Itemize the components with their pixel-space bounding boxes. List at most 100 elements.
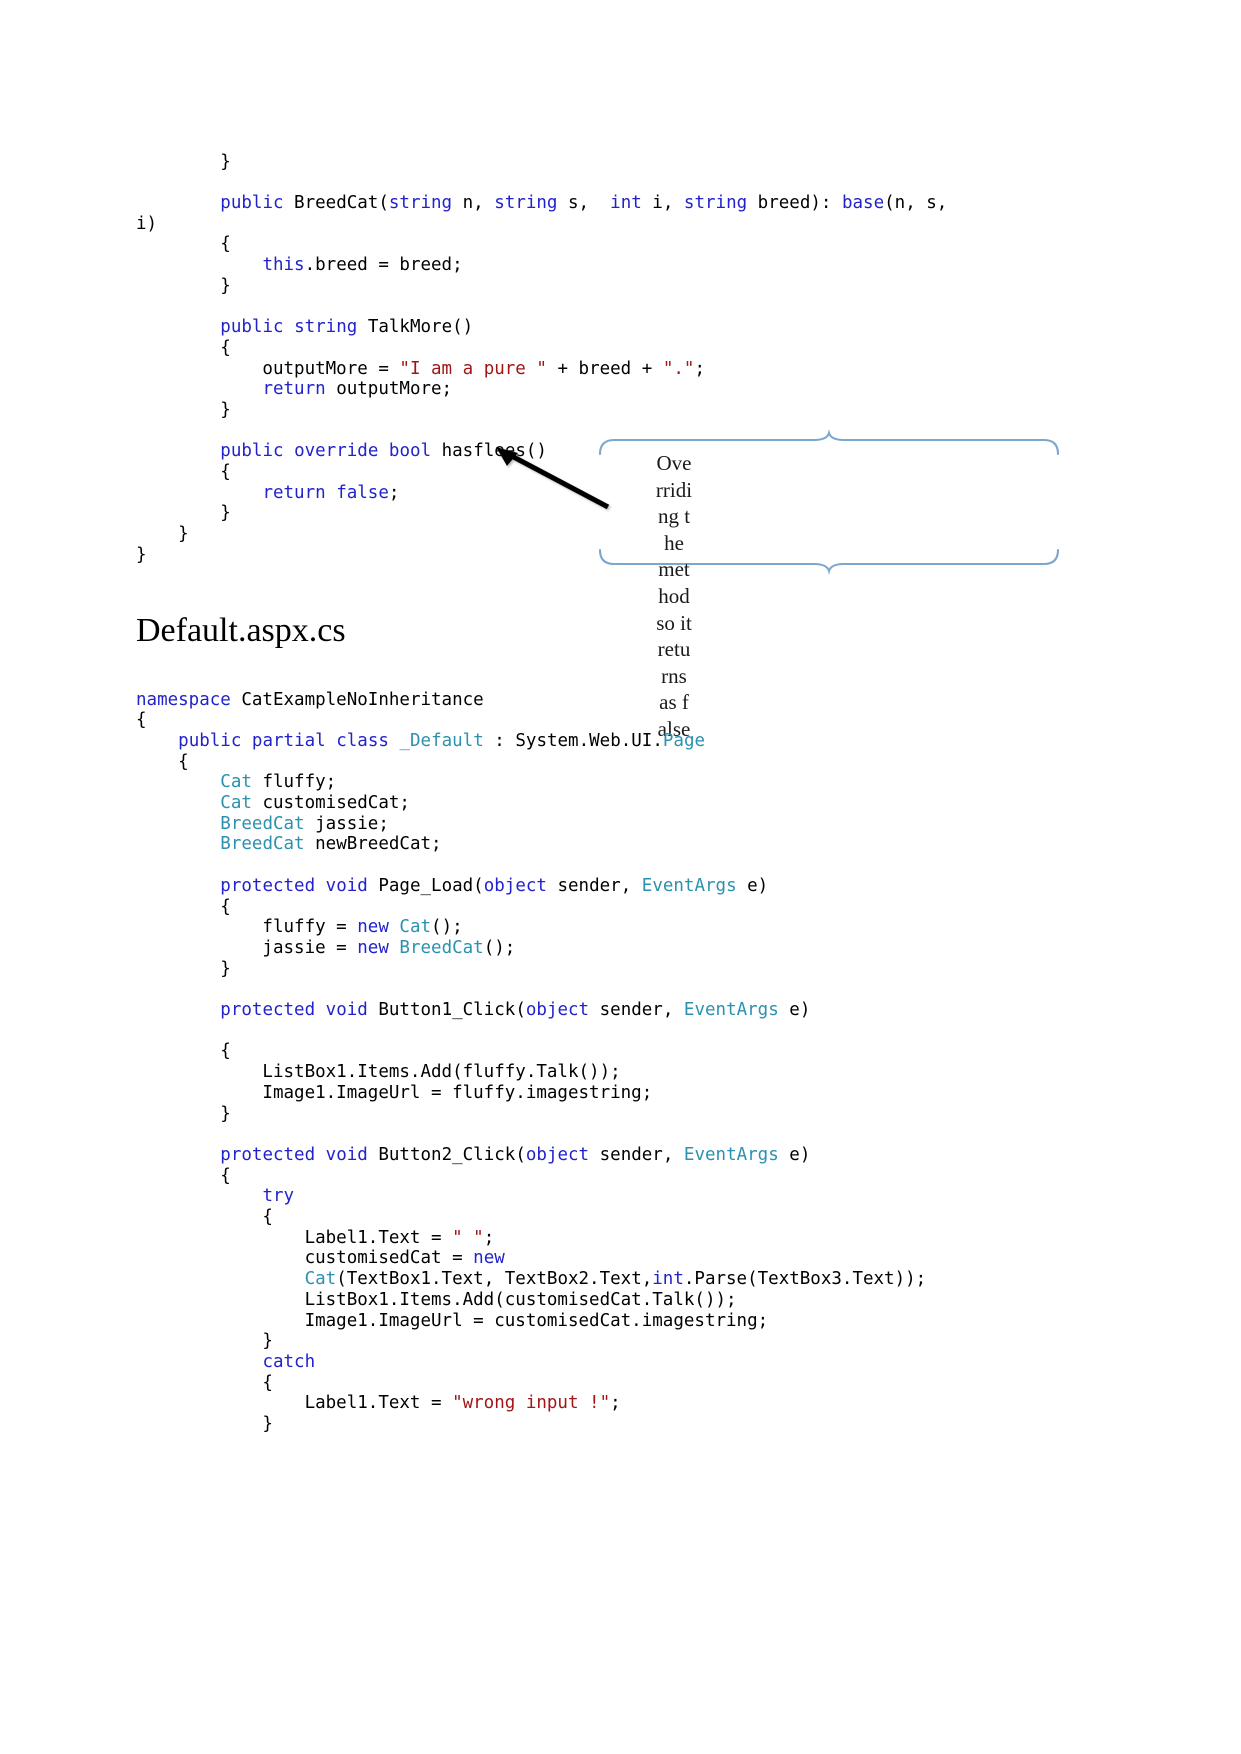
code-line: { [136, 1207, 273, 1227]
page-title: Default.aspx.cs [136, 612, 346, 649]
code-line: return false; [136, 483, 399, 503]
code-token: Image1.ImageUrl = customisedCat.imagestr… [136, 1310, 769, 1331]
code-token: .breed = breed; [304, 255, 463, 276]
code-token: : System.Web.UI. [483, 730, 663, 751]
code-line: protected void Page_Load(object sender, … [136, 876, 768, 896]
code-token: } [136, 399, 231, 420]
code-token: e) [778, 1144, 811, 1165]
code-token: } [136, 1103, 231, 1124]
code-token: Button2_Click( [367, 1144, 526, 1165]
code-token: sender, [546, 875, 642, 896]
code-token: public [220, 317, 284, 338]
code-token: _Default [399, 730, 484, 751]
code-token: Cat [304, 1269, 337, 1290]
code-line: jassie = new BreedCat(); [136, 938, 515, 958]
code-token: e) [736, 875, 769, 896]
code-token: string [494, 192, 558, 213]
code-line: { [136, 710, 147, 730]
code-token: override [294, 441, 379, 462]
code-token: { [136, 751, 189, 772]
code-line: { [136, 1041, 231, 1061]
code-token: { [136, 462, 231, 483]
code-token: hasflees() [431, 441, 547, 462]
code-token: new [357, 937, 389, 958]
code-token: jassie; [304, 813, 389, 834]
code-line: Cat customisedCat; [136, 793, 410, 813]
code-token: bool [388, 441, 432, 462]
code-token: new [473, 1248, 505, 1269]
code-line: } [136, 1104, 231, 1124]
code-line: } [136, 1414, 273, 1434]
code-token: " " [452, 1227, 484, 1248]
code-line: public BreedCat(string n, string s, int … [136, 193, 947, 213]
code-line: { [136, 752, 189, 772]
code-token: { [136, 896, 231, 917]
code-token: { [136, 234, 231, 255]
code-line: { [136, 234, 231, 254]
code-token: BreedCat [220, 834, 305, 855]
code-line: Label1.Text = " "; [136, 1227, 495, 1248]
code-block-default-aspx-cs: namespace CatExampleNoInheritance { publ… [136, 690, 926, 1435]
code-token: object [483, 875, 547, 896]
code-token: int [610, 192, 642, 213]
code-token: object [525, 1144, 590, 1165]
code-token: EventArgs [641, 875, 737, 896]
code-token: outputMore = [136, 358, 400, 379]
code-token: BreedCat [220, 813, 305, 834]
code-line: } [136, 276, 231, 296]
code-line: } [136, 959, 231, 979]
code-line: { [136, 897, 231, 917]
code-token: newBreedCat; [304, 834, 442, 855]
code-token: void [325, 1000, 368, 1021]
code-token: { [136, 1207, 273, 1228]
code-line: Image1.ImageUrl = customisedCat.imagestr… [136, 1310, 769, 1331]
code-token: e) [778, 1000, 811, 1021]
code-token: { [136, 1165, 231, 1186]
code-token: { [136, 1041, 231, 1062]
code-line: Image1.ImageUrl = fluffy.imagestring; [136, 1083, 652, 1103]
code-token: outputMore; [325, 379, 453, 400]
code-token: public [178, 730, 242, 751]
code-token: Page [662, 730, 706, 751]
code-token: ; [610, 1393, 621, 1414]
code-token: ; [694, 358, 705, 379]
code-token: namespace [136, 689, 231, 710]
code-token: EventArgs [683, 1000, 779, 1021]
code-token: void [325, 875, 368, 896]
code-line: } [136, 152, 231, 172]
code-token: false [336, 482, 389, 503]
code-token: } [136, 151, 231, 172]
code-token: protected [220, 1000, 316, 1021]
code-token: protected [220, 1144, 316, 1165]
code-token: (); [483, 937, 516, 958]
code-line: protected void Button1_Click(object send… [136, 1000, 810, 1020]
code-line: fluffy = new Cat(); [136, 917, 463, 938]
code-line: } [136, 524, 189, 544]
code-token: "I am a pure " [399, 358, 547, 379]
code-line: { [136, 462, 231, 482]
code-token: (); [431, 917, 463, 938]
document-page: } public BreedCat(string n, string s, in… [0, 0, 1241, 1754]
code-token: void [325, 1144, 368, 1165]
code-line: try [136, 1186, 294, 1206]
code-token: public [220, 192, 284, 213]
code-token: string [683, 192, 748, 213]
code-token: i, [641, 192, 684, 213]
code-token: Image1.ImageUrl = fluffy.imagestring; [136, 1082, 653, 1103]
